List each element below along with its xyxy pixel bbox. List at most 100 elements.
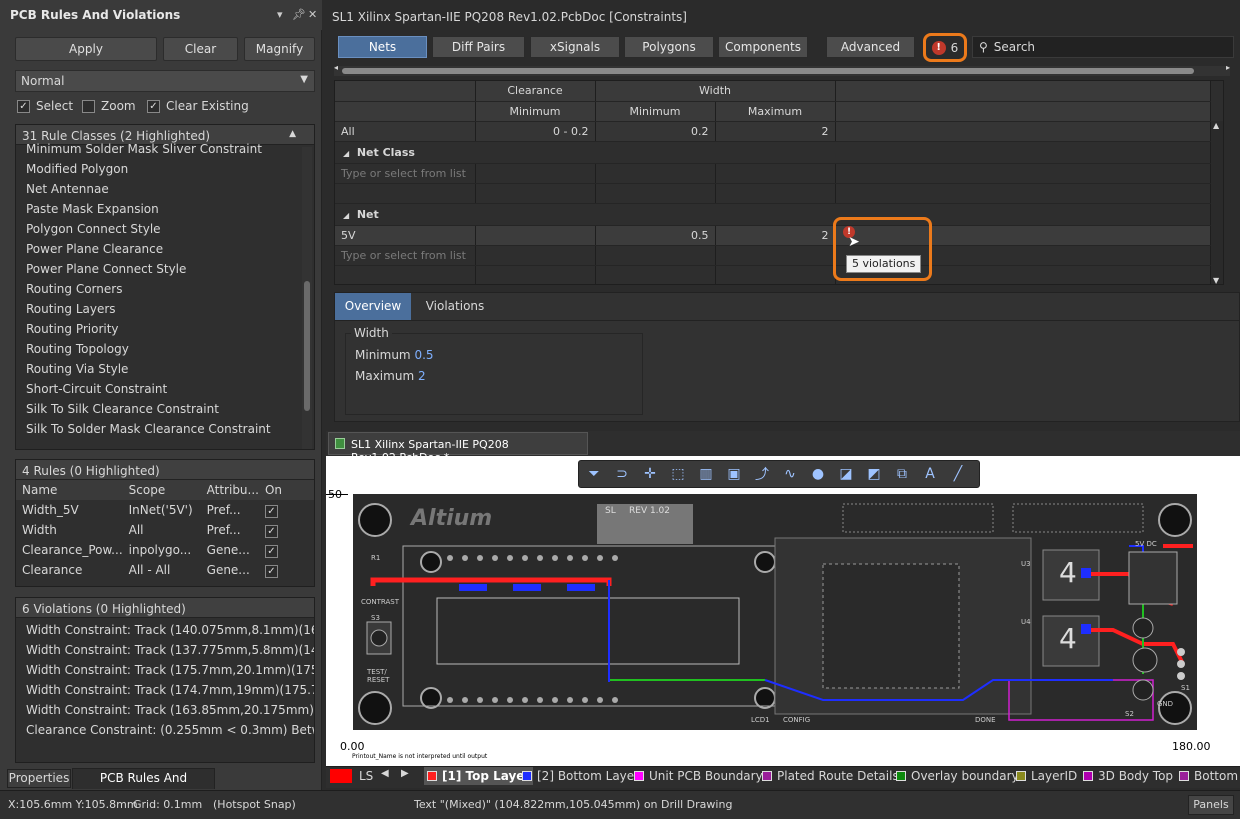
- fill-icon[interactable]: ◪: [835, 463, 857, 485]
- collapse-icon[interactable]: ▲: [289, 129, 296, 139]
- clear-button[interactable]: Clear: [163, 37, 238, 61]
- col-scope[interactable]: Scope: [123, 480, 201, 500]
- rule-row[interactable]: Clearance_Pow... inpolygo... Gene... ✓: [16, 540, 314, 560]
- rule-enabled-checkbox[interactable]: ✓: [264, 544, 278, 558]
- advanced-button[interactable]: Advanced: [826, 36, 915, 58]
- current-layer-swatch[interactable]: [330, 769, 352, 783]
- rule-class-item[interactable]: Paste Mask Expansion: [16, 199, 314, 219]
- net-group[interactable]: ◢ Net: [335, 203, 1211, 226]
- panel-menu-icon[interactable]: ▾: [277, 8, 283, 21]
- scrollbar-thumb[interactable]: [342, 68, 1194, 74]
- panels-button[interactable]: Panels: [1188, 795, 1234, 815]
- crosshair-icon[interactable]: ✛: [639, 463, 661, 485]
- layer-set-label[interactable]: LS: [359, 769, 373, 783]
- col-clearance-min[interactable]: Minimum: [475, 101, 596, 122]
- filter-icon[interactable]: ⏷: [583, 463, 605, 485]
- scroll-left-icon[interactable]: ◂: [334, 63, 338, 72]
- text-icon[interactable]: A: [919, 463, 941, 485]
- violation-item[interactable]: Width Constraint: Track (163.85mm,20.175…: [16, 700, 314, 720]
- layer-tab-bottom[interactable]: [2] Bottom Layer: [522, 767, 639, 785]
- col-width-min[interactable]: Minimum: [595, 101, 716, 122]
- netclass-placeholder-row[interactable]: Type or select from list: [335, 163, 1211, 184]
- pin-icon[interactable]: 📌︎: [292, 8, 306, 21]
- rules-violations-tab[interactable]: PCB Rules And Violations: [72, 768, 215, 804]
- tab-overview[interactable]: Overview: [335, 293, 411, 320]
- violation-item[interactable]: Width Constraint: Track (140.075mm,8.1mm…: [16, 620, 314, 640]
- layer-tab-unit-pcb-boundary[interactable]: Unit PCB Boundary: [634, 767, 763, 785]
- rule-class-item[interactable]: Routing Priority: [16, 319, 314, 339]
- region-icon[interactable]: ◩: [863, 463, 885, 485]
- col-attr[interactable]: Attribu...: [201, 480, 259, 500]
- mode-select[interactable]: Normal ▼: [15, 70, 315, 92]
- rule-enabled-checkbox[interactable]: ✓: [264, 504, 278, 518]
- minimum-value[interactable]: 0.5: [414, 348, 433, 362]
- pcb-canvas[interactable]: 50 0.00 180.00 Printout_Name is not inte…: [326, 456, 1240, 767]
- layer-tab-3d-body-top[interactable]: 3D Body Top: [1083, 767, 1173, 785]
- tab-polygons[interactable]: Polygons: [624, 36, 714, 58]
- rule-row[interactable]: Clearance All - All Gene... ✓: [16, 560, 314, 580]
- violation-item[interactable]: Width Constraint: Track (175.7mm,20.1mm)…: [16, 660, 314, 680]
- net-placeholder-row[interactable]: Type or select from list: [335, 245, 1211, 266]
- violation-item[interactable]: Clearance Constraint: (0.255mm < 0.3mm) …: [16, 720, 314, 740]
- layer-tab-overlay-boundary[interactable]: Overlay boundary: [896, 767, 1019, 785]
- rule-class-item[interactable]: Solder Mask Expansion: [16, 439, 314, 443]
- scroll-right-icon[interactable]: ▸: [1226, 63, 1230, 72]
- scrollbar-thumb[interactable]: [304, 281, 310, 411]
- rule-class-item[interactable]: Routing Corners: [16, 279, 314, 299]
- col-on[interactable]: On: [259, 480, 314, 500]
- rule-row[interactable]: Width_5V InNet('5V') Pref... ✓: [16, 500, 314, 520]
- violation-item[interactable]: Width Constraint: Track (174.7mm,19mm)(1…: [16, 680, 314, 700]
- interactive-route-icon[interactable]: ⤴: [751, 463, 773, 485]
- netclass-group[interactable]: ◢ Net Class: [335, 141, 1211, 164]
- row-5v[interactable]: 5V 0.5 2: [335, 225, 1211, 246]
- rule-class-item[interactable]: Routing Via Style: [16, 359, 314, 379]
- rule-class-item[interactable]: Polygon Connect Style: [16, 219, 314, 239]
- properties-tab[interactable]: Properties: [7, 769, 71, 788]
- rule-enabled-checkbox[interactable]: ✓: [264, 524, 278, 538]
- rule-enabled-checkbox[interactable]: ✓: [264, 564, 278, 578]
- clear-existing-checkbox[interactable]: ✓ Clear Existing: [147, 98, 249, 114]
- rule-class-item[interactable]: Net Antennae: [16, 179, 314, 199]
- violation-item[interactable]: Width Constraint: Track (137.775mm,5.8mm…: [16, 640, 314, 660]
- zoom-checkbox[interactable]: Zoom: [82, 98, 136, 114]
- col-name[interactable]: Name: [16, 480, 123, 500]
- vertical-scrollbar[interactable]: ▲ ▼: [1211, 121, 1223, 284]
- layer-tab-plated-route[interactable]: Plated Route Details: [762, 767, 899, 785]
- rule-class-item[interactable]: Routing Layers: [16, 299, 314, 319]
- dimension-icon[interactable]: ⧉: [891, 463, 913, 485]
- search-input[interactable]: ⚲ Search: [972, 36, 1234, 58]
- rule-class-item[interactable]: Power Plane Clearance: [16, 239, 314, 259]
- pcb-doc-tab[interactable]: SL1 Xilinx Spartan-IIE PQ208 Rev1.02.Pcb…: [328, 432, 588, 464]
- line-icon[interactable]: ╱: [947, 463, 969, 485]
- component-icon[interactable]: ▣: [723, 463, 745, 485]
- horizontal-scrollbar[interactable]: ◂ ▸: [334, 63, 1230, 76]
- chart-icon[interactable]: ▥: [695, 463, 717, 485]
- rule-class-item[interactable]: Power Plane Connect Style: [16, 259, 314, 279]
- select-checkbox[interactable]: ✓ Select: [17, 98, 73, 114]
- col-width-max[interactable]: Maximum: [715, 101, 836, 122]
- tab-diff-pairs[interactable]: Diff Pairs: [432, 36, 525, 58]
- tune-icon[interactable]: ∿: [779, 463, 801, 485]
- tab-nets[interactable]: Nets: [338, 36, 427, 58]
- pcb-board[interactable]: Altium SL REV 1.02 CONTRAST R1 S3 TEST/ …: [353, 494, 1197, 730]
- rule-class-item[interactable]: Minimum Solder Mask Sliver Constraint: [16, 139, 314, 159]
- rule-class-item[interactable]: Silk To Silk Clearance Constraint: [16, 399, 314, 419]
- layer-tab-bottom-partial[interactable]: Bottom: [1179, 767, 1240, 785]
- via-icon[interactable]: ●: [807, 463, 829, 485]
- layer-tab-layerid[interactable]: LayerID: [1016, 767, 1077, 785]
- layer-tab-top[interactable]: [1] Top Layer: [424, 767, 534, 785]
- rule-class-item[interactable]: Routing Topology: [16, 339, 314, 359]
- tab-xsignals[interactable]: xSignals: [530, 36, 620, 58]
- rule-class-item[interactable]: Modified Polygon: [16, 159, 314, 179]
- layer-next-icon[interactable]: ▶: [401, 768, 409, 779]
- magnify-button[interactable]: Magnify: [244, 37, 315, 61]
- close-icon[interactable]: ✕: [308, 8, 317, 21]
- rule-row[interactable]: Width All Pref... ✓: [16, 520, 314, 540]
- select-rect-icon[interactable]: ⬚: [667, 463, 689, 485]
- tab-components[interactable]: Components: [718, 36, 808, 58]
- maximum-value[interactable]: 2: [418, 369, 426, 383]
- tab-violations[interactable]: Violations: [417, 293, 493, 320]
- violation-counter[interactable]: ! 6: [923, 33, 967, 62]
- rule-class-item[interactable]: Short-Circuit Constraint: [16, 379, 314, 399]
- row-all[interactable]: All 0 - 0.2 0.2 2: [335, 121, 1211, 142]
